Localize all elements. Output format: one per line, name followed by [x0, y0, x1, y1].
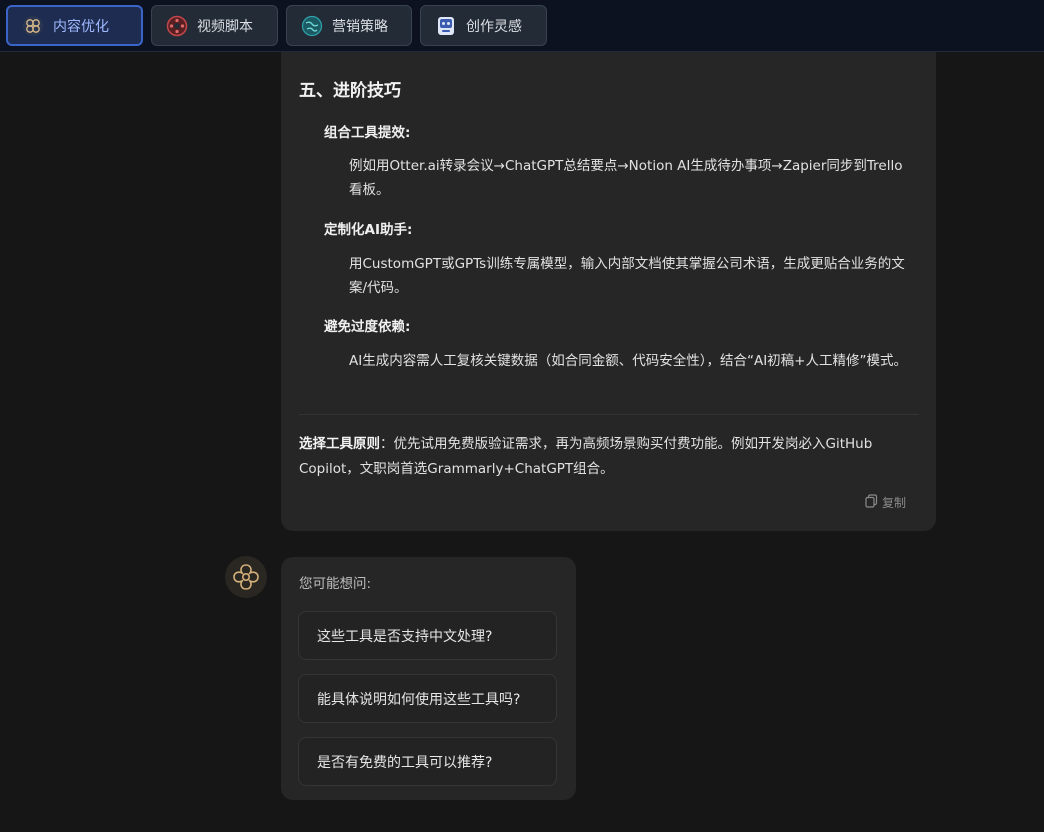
suggested-question[interactable]: 这些工具是否支持中文处理?: [298, 611, 557, 660]
tab-creative-inspiration[interactable]: 创作灵感: [420, 5, 547, 46]
principle-label: 选择工具原则: [299, 436, 380, 452]
tab-label: 内容优化: [53, 18, 109, 35]
principle-text: ：优先试用免费版验证需求，再为高频场景购买付费功能。例如开发岗必入GitHub …: [299, 436, 873, 477]
copy-button[interactable]: 复制: [865, 494, 906, 511]
suggestions-title: 您可能想问:: [299, 576, 372, 592]
film-reel-icon: [166, 15, 188, 37]
robot-icon: [435, 15, 457, 37]
copy-icon: [865, 494, 878, 511]
assistant-avatar: [225, 556, 267, 598]
divider: [299, 414, 919, 415]
tip-body: 例如用Otter.ai转录会议→ChatGPT总结要点→Notion AI生成待…: [349, 158, 903, 198]
top-tab-bar: 内容优化 视频脚本 营销策略 创作灵感: [0, 0, 1044, 52]
tab-label: 视频脚本: [197, 18, 253, 35]
tab-content-optimize[interactable]: 内容优化: [6, 5, 143, 46]
copy-label: 复制: [882, 496, 907, 510]
tip-body: 用CustomGPT或GPTs训练专属模型，输入内部文档使其掌握公司术语，生成更…: [349, 256, 905, 296]
section-title: 五、进阶技巧: [299, 81, 401, 101]
suggestions-card: 您可能想问: 这些工具是否支持中文处理? 能具体说明如何使用这些工具吗? 是否有…: [281, 557, 576, 800]
suggested-question[interactable]: 是否有免费的工具可以推荐?: [298, 737, 557, 786]
tip-body: AI生成内容需人工复核关键数据（如合同金额、代码安全性），结合“AI初稿+人工精…: [349, 353, 907, 369]
globe-icon: [301, 15, 323, 37]
tool-selection-principle: 选择工具原则：优先试用免费版验证需求，再为高频场景购买付费功能。例如开发岗必入G…: [299, 432, 909, 482]
brain-logo-icon: [233, 564, 259, 590]
tip-title: 组合工具提效:: [324, 125, 411, 141]
tip-title: 定制化AI助手:: [324, 222, 413, 238]
tab-label: 创作灵感: [466, 18, 522, 35]
tab-label: 营销策略: [332, 18, 388, 35]
tab-video-script[interactable]: 视频脚本: [151, 5, 278, 46]
suggested-question[interactable]: 能具体说明如何使用这些工具吗?: [298, 674, 557, 723]
answer-card: 五、进阶技巧 组合工具提效: 例如用Otter.ai转录会议→ChatGPT总结…: [281, 52, 936, 531]
tip-title: 避免过度依赖:: [324, 319, 411, 335]
brain-icon: [22, 15, 44, 37]
tab-marketing-strategy[interactable]: 营销策略: [286, 5, 412, 46]
